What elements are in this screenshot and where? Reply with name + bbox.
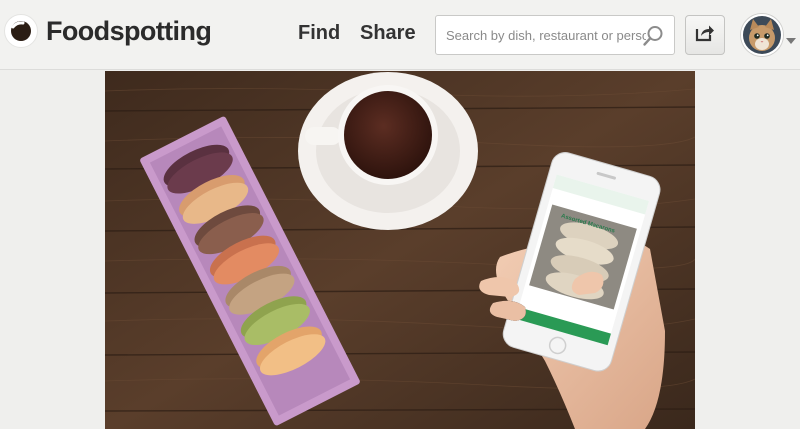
user-avatar[interactable]	[741, 14, 783, 56]
top-header: Foodspotting Find Share	[0, 0, 800, 70]
search-icon[interactable]	[642, 25, 664, 52]
search-input[interactable]	[446, 27, 646, 43]
nav-find[interactable]: Find	[298, 22, 340, 45]
foodspotting-logo-icon	[4, 14, 38, 48]
logo-text: Foodspotting	[46, 15, 212, 46]
nav-share[interactable]: Share	[360, 22, 416, 45]
share-button[interactable]	[685, 15, 725, 55]
share-icon	[695, 24, 715, 47]
logo[interactable]: Foodspotting	[4, 14, 212, 48]
chevron-down-icon[interactable]	[786, 31, 796, 49]
hero-photo	[105, 71, 695, 429]
hero-image: Assorted Macarons	[105, 71, 695, 429]
search-box[interactable]	[435, 15, 675, 55]
coffee-cup	[298, 72, 478, 230]
